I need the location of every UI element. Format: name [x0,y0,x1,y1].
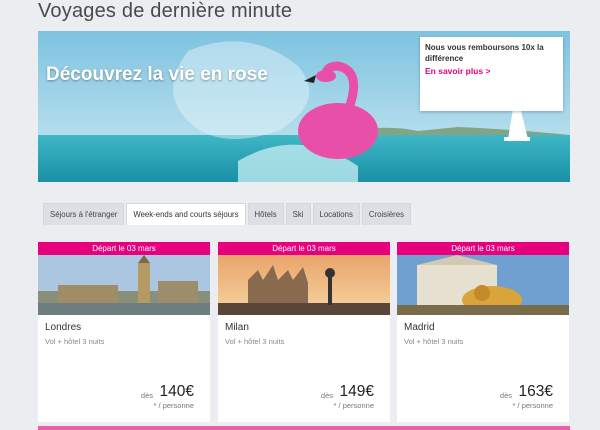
deal-description: Vol + hôtel 3 nuits [404,337,464,346]
city-name: Londres [45,322,82,333]
madrid-photo [397,255,569,315]
promo-learn-more-link[interactable]: En savoir plus > [425,66,558,76]
london-photo [38,255,210,315]
tab-ski[interactable]: Ski [285,203,311,225]
city-name: Milan [225,322,249,333]
price: 163€ [518,383,553,400]
tab-hotels[interactable]: Hôtels [247,203,284,225]
price-from-label: dès [320,391,333,400]
deal-description: Vol + hôtel 3 nuits [225,337,285,346]
per-person-label: * / personne [333,401,374,410]
hero-headline: Découvrez la vie en rose [46,64,268,85]
price-from-label: dès [140,391,153,400]
departure-banner: Départ le 03 mars [218,242,390,255]
promo-text: Nous vous remboursons 10x la différence [425,43,544,63]
deal-description: Vol + hôtel 3 nuits [45,337,105,346]
deal-cards: Départ le 03 mars Londres Vol + hôtel 3 … [38,242,570,422]
tab-croisieres[interactable]: Croisières [361,203,411,225]
next-row-edge [38,426,570,430]
deal-card-madrid[interactable]: Départ le 03 mars Madrid Vol + hôtel 3 n… [397,242,569,422]
page-title: Voyages de dernière minute [38,0,293,22]
price: 140€ [159,383,194,400]
hero-banner[interactable]: Découvrez la vie en rose Nous vous rembo… [38,31,570,182]
city-name: Madrid [404,322,435,333]
milan-photo [218,255,390,315]
tab-week-ends[interactable]: Week-ends and courts séjours [126,203,246,225]
deal-card-londres[interactable]: Départ le 03 mars Londres Vol + hôtel 3 … [38,242,210,422]
per-person-label: * / personne [153,401,194,410]
per-person-label: * / personne [512,401,553,410]
tab-sejours-etranger[interactable]: Séjours à l'étranger [43,203,125,225]
category-tabs: Séjours à l'étranger Week-ends and court… [43,203,413,225]
tab-locations[interactable]: Locations [312,203,360,225]
price: 149€ [339,383,374,400]
price-from-label: dès [499,391,512,400]
promo-box: Nous vous remboursons 10x la différence … [420,37,563,111]
departure-banner: Départ le 03 mars [397,242,569,255]
deal-card-milan[interactable]: Départ le 03 mars Milan Vol + hôtel 3 nu… [218,242,390,422]
departure-banner: Départ le 03 mars [38,242,210,255]
